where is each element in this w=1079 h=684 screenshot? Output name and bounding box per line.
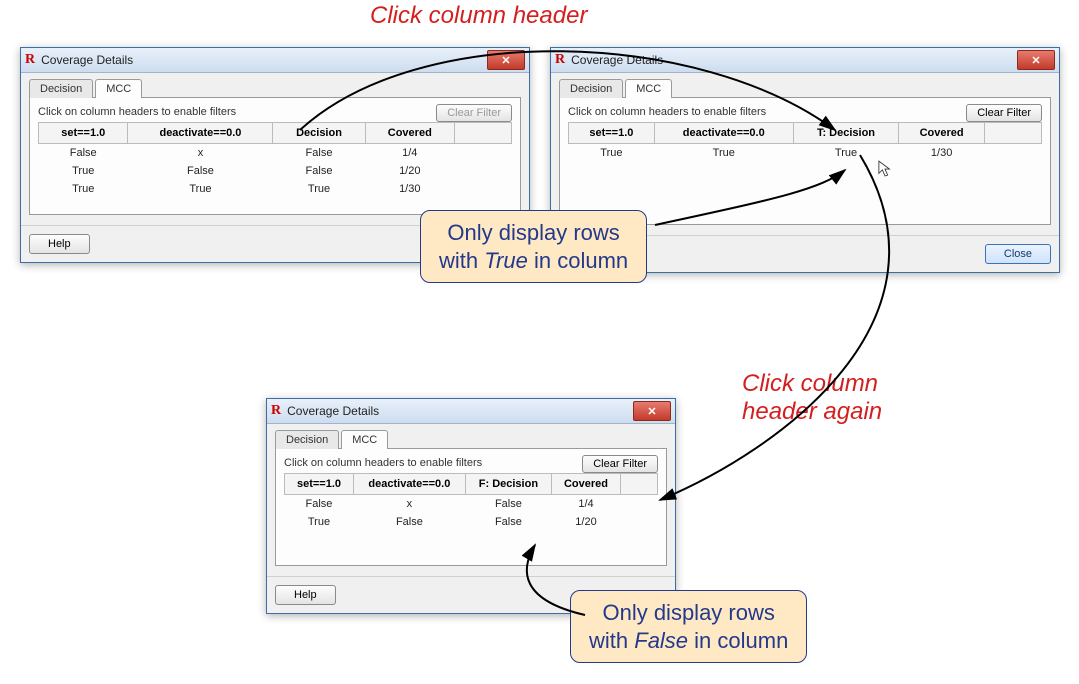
close-icon[interactable]: ✕ <box>487 50 525 70</box>
titlebar[interactable]: R Coverage Details ✕ <box>551 48 1059 73</box>
table-row[interactable]: True True True 1/30 <box>39 180 512 198</box>
app-icon: R <box>25 52 35 68</box>
close-icon[interactable]: ✕ <box>1017 50 1055 70</box>
tab-decision[interactable]: Decision <box>559 79 623 98</box>
col-covered[interactable]: Covered <box>365 123 454 144</box>
mcc-panel: Click on column headers to enable filter… <box>559 97 1051 225</box>
clear-filter-button[interactable]: Clear Filter <box>582 455 658 473</box>
titlebar[interactable]: R Coverage Details ✕ <box>21 48 529 73</box>
callout-false-filter: Only display rows with False in column <box>570 590 807 663</box>
annotation-right: Click column header again <box>742 370 882 426</box>
app-icon: R <box>555 52 565 68</box>
mcc-panel: Click on column headers to enable filter… <box>29 97 521 215</box>
table-row[interactable]: True False False 1/20 <box>285 513 658 531</box>
callout-true-filter: Only display rows with True in column <box>420 210 647 283</box>
annotation-top: Click column header <box>370 2 587 30</box>
close-icon[interactable]: ✕ <box>633 401 671 421</box>
col-decision-filtered-false[interactable]: F: Decision <box>465 474 551 495</box>
col-deactivate[interactable]: deactivate==0.0 <box>128 123 273 144</box>
col-set[interactable]: set==1.0 <box>285 474 354 495</box>
table-row[interactable]: True True True 1/30 <box>569 144 1042 163</box>
table-row[interactable]: False x False 1/4 <box>285 495 658 514</box>
tab-mcc[interactable]: MCC <box>625 79 672 98</box>
mcc-table: set==1.0 deactivate==0.0 F: Decision Cov… <box>284 473 658 531</box>
col-spacer <box>455 123 512 144</box>
col-decision-filtered-true[interactable]: T: Decision <box>793 123 898 144</box>
close-button[interactable]: Close <box>985 244 1051 264</box>
mcc-panel: Click on column headers to enable filter… <box>275 448 667 566</box>
mcc-table: set==1.0 deactivate==0.0 T: Decision Cov… <box>568 122 1042 162</box>
clear-filter-button[interactable]: Clear Filter <box>966 104 1042 122</box>
tab-decision[interactable]: Decision <box>29 79 93 98</box>
col-covered[interactable]: Covered <box>899 123 985 144</box>
window-coverage-details-3: R Coverage Details ✕ Decision MCC Click … <box>266 398 676 614</box>
table-row[interactable]: False x False 1/4 <box>39 144 512 163</box>
tab-decision[interactable]: Decision <box>275 430 339 449</box>
col-covered[interactable]: Covered <box>552 474 621 495</box>
app-icon: R <box>271 403 281 419</box>
cursor-icon <box>878 160 892 178</box>
col-spacer <box>621 474 658 495</box>
mcc-table: set==1.0 deactivate==0.0 Decision Covere… <box>38 122 512 198</box>
tab-mcc[interactable]: MCC <box>95 79 142 98</box>
col-deactivate[interactable]: deactivate==0.0 <box>654 123 793 144</box>
help-button[interactable]: Help <box>275 585 336 605</box>
table-row[interactable]: True False False 1/20 <box>39 162 512 180</box>
window-title: Coverage Details <box>41 53 133 67</box>
titlebar[interactable]: R Coverage Details ✕ <box>267 399 675 424</box>
window-title: Coverage Details <box>287 404 379 418</box>
col-spacer <box>985 123 1042 144</box>
tab-mcc[interactable]: MCC <box>341 430 388 449</box>
col-deactivate[interactable]: deactivate==0.0 <box>353 474 465 495</box>
window-title: Coverage Details <box>571 53 663 67</box>
help-button[interactable]: Help <box>29 234 90 254</box>
col-decision[interactable]: Decision <box>273 123 365 144</box>
col-set[interactable]: set==1.0 <box>569 123 655 144</box>
clear-filter-button[interactable]: Clear Filter <box>436 104 512 122</box>
col-set[interactable]: set==1.0 <box>39 123 128 144</box>
